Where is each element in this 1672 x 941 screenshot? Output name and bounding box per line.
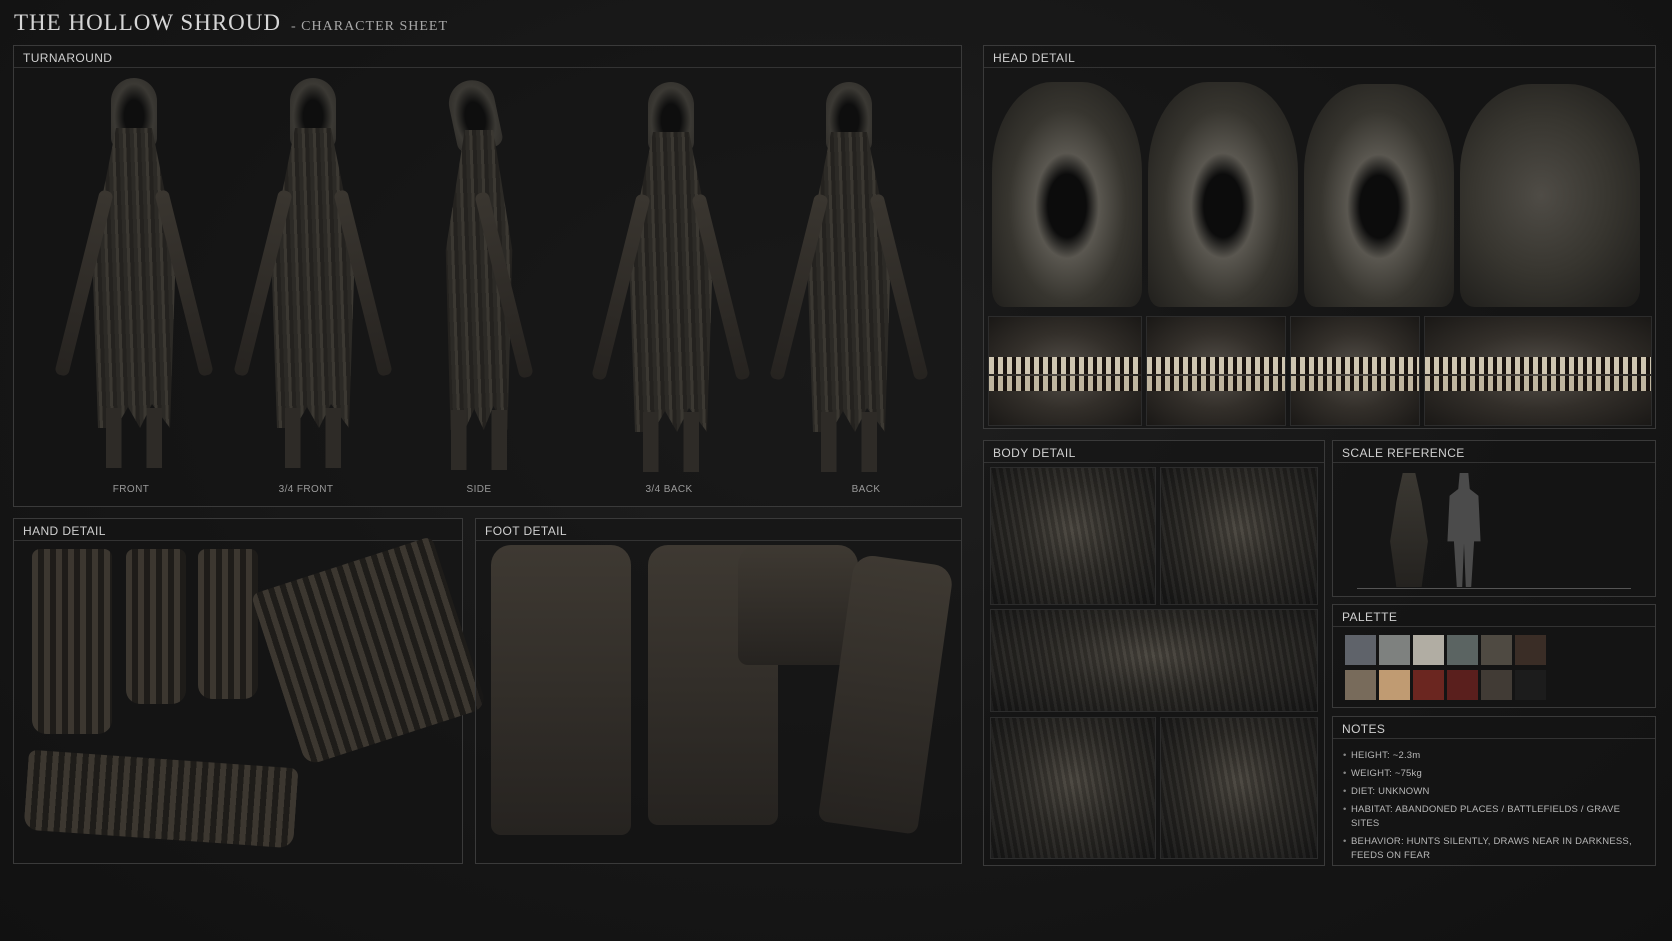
body-arm-texture bbox=[1160, 717, 1318, 859]
body-detail-header: BODY DETAIL bbox=[984, 441, 1324, 463]
hand-side-view bbox=[198, 549, 258, 699]
turnaround-panel: TURNAROUND FRONT 3/4 FRONT SIDE 3/4 BACK… bbox=[13, 45, 962, 507]
body-torso-wraps bbox=[990, 609, 1318, 712]
head-detail-panel: HEAD DETAIL bbox=[983, 45, 1656, 429]
palette-panel: PALETTE bbox=[1332, 604, 1656, 708]
jaw-detail-3 bbox=[1290, 316, 1420, 426]
palette-swatch bbox=[1515, 635, 1546, 665]
palette-swatch bbox=[1345, 670, 1376, 700]
palette-swatch bbox=[1515, 670, 1546, 700]
scale-reference-panel: SCALE REFERENCE bbox=[1332, 440, 1656, 597]
figure-side bbox=[419, 75, 539, 480]
hand-detail-header: HAND DETAIL bbox=[14, 519, 462, 541]
body-chest-front bbox=[990, 467, 1156, 605]
palette-header: PALETTE bbox=[1333, 605, 1655, 627]
notes-list: HEIGHT: ~2.3m WEIGHT: ~75kg DIET: UNKNOW… bbox=[1343, 749, 1647, 867]
figure-front bbox=[54, 78, 214, 478]
palette-swatch bbox=[1379, 635, 1410, 665]
title-text: THE HOLLOW SHROUD bbox=[14, 10, 282, 35]
jaw-detail-4 bbox=[1424, 316, 1652, 426]
notes-header: NOTES bbox=[1333, 717, 1655, 739]
head-detail-header: HEAD DETAIL bbox=[984, 46, 1655, 68]
body-ribcage bbox=[1160, 467, 1318, 605]
palette-swatch bbox=[1379, 670, 1410, 700]
head-three-quarter-view bbox=[1148, 82, 1298, 307]
creature-scale-figure bbox=[1390, 473, 1428, 587]
palette-swatch bbox=[1481, 670, 1512, 700]
view-label-back: BACK bbox=[851, 484, 881, 495]
view-label-front: FRONT bbox=[112, 484, 150, 495]
scale-reference-header: SCALE REFERENCE bbox=[1333, 441, 1655, 463]
palette-swatch bbox=[1447, 635, 1478, 665]
human-scale-silhouette bbox=[1447, 473, 1481, 587]
sheet-title: THE HOLLOW SHROUD - CHARACTER SHEET bbox=[14, 10, 448, 36]
palette-swatch bbox=[1413, 670, 1444, 700]
jaw-detail-2 bbox=[1146, 316, 1286, 426]
note-diet: DIET: UNKNOWN bbox=[1343, 785, 1647, 799]
palette-swatch bbox=[1413, 635, 1444, 665]
view-label-three-quarter-front: 3/4 FRONT bbox=[278, 484, 334, 495]
palette-swatch bbox=[1447, 670, 1478, 700]
view-label-three-quarter-back: 3/4 BACK bbox=[645, 484, 693, 495]
turnaround-header: TURNAROUND bbox=[14, 46, 961, 68]
hand-back-view bbox=[32, 549, 112, 734]
hand-clawed-pose bbox=[23, 749, 299, 849]
figure-three-quarter-back bbox=[591, 82, 751, 482]
jaw-detail-1 bbox=[988, 316, 1142, 426]
hand-reaching-pose bbox=[250, 536, 488, 766]
subtitle-text: - CHARACTER SHEET bbox=[291, 19, 449, 34]
note-habitat: HABITAT: ABANDONED PLACES / BATTLEFIELDS… bbox=[1343, 803, 1647, 831]
figure-back bbox=[769, 82, 929, 482]
ground-line bbox=[1357, 588, 1631, 589]
palette-swatch bbox=[1481, 635, 1512, 665]
view-label-side: SIDE bbox=[466, 484, 492, 495]
note-height: HEIGHT: ~2.3m bbox=[1343, 749, 1647, 763]
note-weight: WEIGHT: ~75kg bbox=[1343, 767, 1647, 781]
notes-panel: NOTES HEIGHT: ~2.3m WEIGHT: ~75kg DIET: … bbox=[1332, 716, 1656, 866]
head-side-view bbox=[1304, 84, 1454, 307]
foot-front-view bbox=[491, 545, 631, 835]
hand-palm-view bbox=[126, 549, 186, 704]
palette-swatch bbox=[1345, 635, 1376, 665]
foot-detail-header: FOOT DETAIL bbox=[476, 519, 961, 541]
hand-detail-panel: HAND DETAIL bbox=[13, 518, 488, 864]
body-shoulder-cloth bbox=[990, 717, 1156, 859]
body-detail-panel: BODY DETAIL bbox=[983, 440, 1325, 866]
figure-three-quarter-front bbox=[233, 78, 393, 478]
head-back-view bbox=[1460, 84, 1640, 307]
head-front-view bbox=[992, 82, 1142, 307]
note-behavior: BEHAVIOR: HUNTS SILENTLY, DRAWS NEAR IN … bbox=[1343, 835, 1647, 863]
foot-side-view bbox=[738, 545, 858, 665]
foot-detail-panel: FOOT DETAIL bbox=[475, 518, 962, 864]
